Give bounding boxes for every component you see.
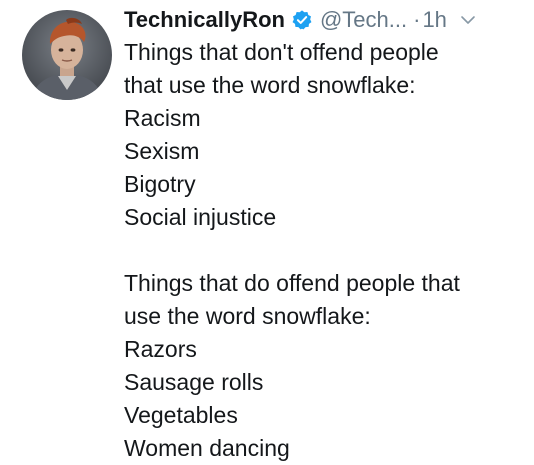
user-avatar[interactable] bbox=[22, 10, 112, 100]
tweet-timestamp[interactable]: 1h bbox=[422, 7, 446, 33]
tweet-text-line: Razors bbox=[124, 336, 197, 362]
author-display-name[interactable]: TechnicallyRon bbox=[124, 7, 285, 33]
tweet-text-line: Vegetables bbox=[124, 402, 238, 428]
tweet-text-line: use the word snowflake: bbox=[124, 303, 371, 329]
tweet-text-line: Women dancing bbox=[124, 435, 290, 461]
verified-badge-icon bbox=[291, 9, 313, 31]
tweet-text-line: Social injustice bbox=[124, 204, 277, 230]
avatar-image bbox=[22, 10, 112, 100]
tweet-text-line: that use the word snowflake: bbox=[124, 72, 416, 98]
separator-dot: · bbox=[413, 7, 421, 32]
tweet-text-line: Things that don't offend people bbox=[124, 39, 439, 65]
tweet[interactable]: TechnicallyRon @Tech... · 1h Things that… bbox=[0, 0, 534, 462]
tweet-text-line: Bigotry bbox=[124, 171, 196, 197]
tweet-header: TechnicallyRon @Tech... · 1h bbox=[124, 4, 524, 36]
author-handle[interactable]: @Tech... bbox=[320, 7, 407, 33]
tweet-text: Things that don't offend people that use… bbox=[124, 36, 524, 465]
tweet-text-line: Sausage rolls bbox=[124, 369, 264, 395]
tweet-text-line: Sexism bbox=[124, 138, 200, 164]
chevron-down-icon[interactable] bbox=[459, 11, 477, 29]
tweet-text-line: Racism bbox=[124, 105, 201, 131]
tweet-text-line: Things that do offend people that bbox=[124, 270, 460, 296]
